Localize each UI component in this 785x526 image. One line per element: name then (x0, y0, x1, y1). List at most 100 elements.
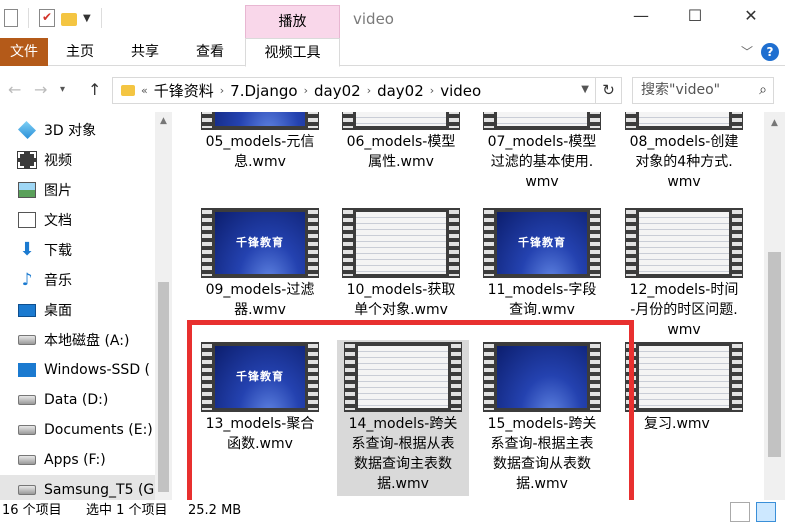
details-view-icon[interactable] (730, 502, 750, 522)
sidebar-item-music[interactable]: ♪ 音乐 (0, 265, 155, 295)
sidebar-item-downloads[interactable]: ⬇ 下载 (0, 235, 155, 265)
customize-toolbar-dropdown-icon[interactable]: ▼ (83, 13, 91, 24)
file-item[interactable]: 12_models-时间 -月份的时区问题. wmv (618, 208, 750, 340)
scroll-up-arrow-icon[interactable]: ▲ (764, 118, 785, 128)
file-name: 07_models-模型 过滤的基本使用. wmv (487, 134, 597, 190)
thumbnail-frame: 千锋教育 (497, 212, 587, 274)
navigation-pane: 3D 对象 视频 图片 文档 ⬇ 下载 ♪ 音乐 桌面 本地磁盘 (A:) Wind… (0, 112, 172, 500)
sidebar-item-desktop[interactable]: 桌面 (0, 295, 155, 325)
file-item[interactable]: 05_models-元信 息.wmv (194, 112, 326, 172)
close-button[interactable]: ✕ (728, 6, 774, 25)
file-item[interactable]: 06_models-模型 属性.wmv (335, 112, 467, 172)
breadcrumb-item[interactable]: 千锋资料 (154, 80, 214, 101)
selection-count: 选中 1 个项目 (86, 503, 168, 518)
video-thumbnail (625, 208, 743, 278)
sidebar-item-label: 3D 对象 (44, 123, 97, 139)
file-item[interactable]: 08_models-创建 对象的4种方式. wmv (618, 112, 750, 192)
download-icon: ⬇ (19, 239, 35, 260)
drive-icon (18, 425, 36, 435)
sidebar-item-drive-a[interactable]: 本地磁盘 (A:) (0, 325, 155, 355)
maximize-button[interactable]: ☐ (672, 6, 718, 25)
sidebar-scrollbar[interactable]: ▲ (155, 112, 172, 500)
folder-icon (121, 85, 135, 96)
breadcrumb-chevron-icon[interactable]: › (367, 84, 371, 97)
sidebar-item-data-d[interactable]: Data (D:) (0, 385, 155, 415)
sidebar-item-3d-objects[interactable]: 3D 对象 (0, 115, 155, 145)
sidebar-item-label: Samsung_T5 (G (44, 482, 155, 498)
search-input[interactable]: 搜索"video" ⌕ (632, 77, 774, 104)
file-item[interactable]: 复习.wmv (618, 342, 750, 434)
tab-share[interactable]: 共享 (116, 38, 174, 66)
file-name: 06_models-模型 属性.wmv (346, 134, 456, 170)
large-icons-view-icon[interactable] (756, 502, 776, 522)
new-folder-icon[interactable] (61, 13, 77, 26)
video-thumbnail: 千锋教育 (483, 208, 601, 278)
sidebar-item-label: 桌面 (44, 303, 72, 319)
window-title: video (353, 10, 394, 28)
toolbar-divider (100, 8, 102, 28)
tab-file[interactable]: 文件 (0, 38, 48, 66)
tab-video-tools[interactable]: 视频工具 (245, 38, 340, 67)
breadcrumb-item[interactable]: video (440, 82, 481, 100)
expand-ribbon-icon[interactable]: ﹀ (741, 43, 753, 60)
sidebar-item-pictures[interactable]: 图片 (0, 175, 155, 205)
music-icon: ♪ (21, 270, 33, 290)
file-item[interactable]: 10_models-获取 单个对象.wmv (335, 208, 467, 320)
breadcrumb-chevron-icon[interactable]: › (304, 84, 308, 97)
sidebar-item-label: 本地磁盘 (A:) (44, 333, 130, 349)
highlight-rectangle (187, 320, 634, 513)
tab-home[interactable]: 主页 (52, 38, 108, 66)
thumbnail-frame (356, 212, 446, 274)
tab-view[interactable]: 查看 (182, 38, 238, 66)
file-item[interactable]: 07_models-模型 过滤的基本使用. wmv (476, 112, 608, 192)
file-item[interactable]: 千锋教育 09_models-过滤 器.wmv (194, 208, 326, 320)
thumbnail-frame (639, 346, 729, 408)
video-thumbnail (483, 112, 601, 130)
address-dropdown-icon[interactable]: ▼ (581, 84, 589, 95)
item-count: 16 个项目 (2, 503, 62, 518)
properties-icon[interactable] (4, 9, 18, 27)
sidebar-item-label: Windows-SSD ( (44, 362, 151, 378)
file-name: 11_models-字段 查询.wmv (487, 282, 597, 318)
quick-access-toolbar: ▼ (0, 8, 106, 28)
drive-icon (18, 455, 36, 465)
scroll-up-arrow-icon[interactable]: ▲ (155, 116, 172, 126)
navigation-bar: ← → ▾ ↑ « 千锋资料 › 7.Django › day02 › day0… (0, 72, 785, 108)
help-icon[interactable]: ? (761, 43, 779, 61)
sidebar-item-windows-ssd[interactable]: Windows-SSD ( (0, 355, 155, 385)
recent-locations-icon[interactable]: ▾ (60, 84, 65, 95)
sidebar-scrollbar-thumb[interactable] (158, 282, 169, 492)
up-arrow-icon[interactable]: ↑ (88, 80, 101, 99)
play-context-tab[interactable]: 播放 (245, 5, 340, 38)
sidebar-item-apps-f[interactable]: Apps (F:) (0, 445, 155, 475)
checkmark-icon[interactable] (39, 9, 55, 27)
refresh-button[interactable]: ↻ (596, 77, 622, 104)
address-bar[interactable]: « 千锋资料 › 7.Django › day02 › day02 › vide… (112, 77, 596, 104)
video-thumbnail: 千锋教育 (201, 208, 319, 278)
search-icon[interactable]: ⌕ (759, 78, 767, 103)
sidebar-item-samsung-t5[interactable]: Samsung_T5 (G (0, 475, 155, 500)
file-item[interactable]: 千锋教育 11_models-字段 查询.wmv (476, 208, 608, 320)
forward-arrow-icon[interactable]: → (34, 80, 47, 99)
file-name: 09_models-过滤 器.wmv (205, 282, 315, 318)
search-placeholder: 搜索"video" (641, 82, 721, 98)
breadcrumb-chevron-icon[interactable]: › (430, 84, 434, 97)
breadcrumb-item[interactable]: 7.Django (230, 82, 297, 100)
minimize-button[interactable]: — (618, 6, 664, 25)
sidebar-item-label: Data (D:) (44, 392, 109, 408)
sidebar-item-documents-e[interactable]: Documents (E:) (0, 415, 155, 445)
content-scrollbar[interactable]: ▲ (764, 112, 785, 500)
breadcrumb-item[interactable]: day02 (377, 82, 424, 100)
file-name: 12_models-时间 -月份的时区问题. wmv (629, 282, 739, 338)
breadcrumb-item[interactable]: day02 (314, 82, 361, 100)
sidebar-item-label: 文档 (44, 213, 72, 229)
drive-icon (18, 395, 36, 405)
back-arrow-icon[interactable]: ← (8, 80, 21, 99)
selection-size: 25.2 MB (188, 503, 242, 518)
content-scrollbar-thumb[interactable] (768, 252, 781, 457)
sidebar-item-documents[interactable]: 文档 (0, 205, 155, 235)
status-bar: 16 个项目 选中 1 个项目 25.2 MB (0, 500, 785, 526)
breadcrumb-chevron-icon[interactable]: › (220, 84, 224, 97)
sidebar-item-videos[interactable]: 视频 (0, 145, 155, 175)
address-prefix[interactable]: « (141, 84, 148, 97)
